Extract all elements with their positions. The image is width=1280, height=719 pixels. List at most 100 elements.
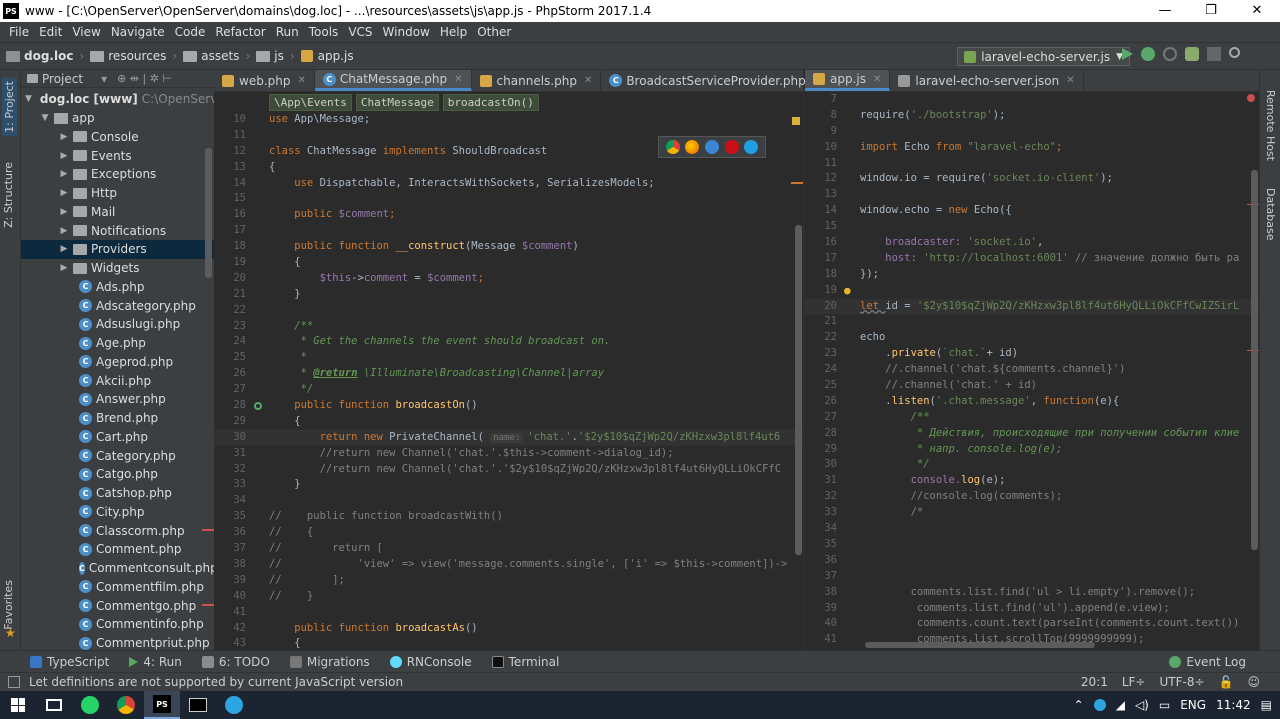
- tree-file[interactable]: C Comment.php: [21, 540, 214, 559]
- expand-right-icon[interactable]: ▶: [59, 132, 69, 142]
- breadcrumb-dog-loc[interactable]: dog.loc ›: [6, 49, 84, 63]
- tree-folder-notifications[interactable]: ▶ Notifications: [21, 221, 214, 240]
- console-icon[interactable]: [180, 691, 216, 719]
- expand-down-icon[interactable]: ▼: [25, 94, 32, 104]
- menu-navigate[interactable]: Navigate: [106, 25, 170, 39]
- menu-tools[interactable]: Tools: [304, 25, 344, 39]
- menu-refactor[interactable]: Refactor: [210, 25, 270, 39]
- tree-folder-widgets[interactable]: ▶ Widgets: [21, 259, 214, 278]
- tree-file[interactable]: C Category.php: [21, 446, 214, 465]
- crumb-namespace[interactable]: \App\Events: [269, 93, 352, 111]
- tree-file[interactable]: C Classcorm.php: [21, 521, 214, 540]
- breadcrumb-js[interactable]: js ›: [256, 49, 295, 63]
- tree-file[interactable]: C Akcii.php: [21, 371, 214, 390]
- tab-broadcastserviceprovider-php[interactable]: C BroadcastServiceProvider.php: [601, 70, 815, 91]
- caret-position[interactable]: 20:1: [1081, 675, 1108, 689]
- notifications-icon[interactable]: ▤: [1261, 698, 1272, 712]
- tab-web-php[interactable]: web.php ✕: [214, 70, 315, 91]
- tab-chatmessage-php[interactable]: C ChatMessage.php ✕: [314, 70, 472, 91]
- debug-icon[interactable]: [1141, 47, 1155, 61]
- tree-file[interactable]: C Commentinfo.php: [21, 615, 214, 634]
- migrations-tool-button[interactable]: Migrations: [289, 655, 370, 669]
- file-encoding[interactable]: UTF-8÷: [1159, 675, 1204, 689]
- tree-file[interactable]: C Age.php: [21, 334, 214, 353]
- project-panel-tools[interactable]: ⊕ ⇹ | ✲ ⊢: [117, 72, 172, 85]
- menu-file[interactable]: File: [4, 25, 34, 39]
- profile-icon[interactable]: [1185, 47, 1199, 61]
- tree-file[interactable]: C Catshop.php: [21, 484, 214, 503]
- lock-icon[interactable]: 🔓: [1219, 675, 1234, 689]
- lightbulb-icon[interactable]: ●: [844, 283, 851, 299]
- expand-right-icon[interactable]: ▶: [59, 244, 69, 254]
- expand-right-icon[interactable]: ▶: [59, 169, 69, 179]
- inspector-icon[interactable]: ☺: [1247, 675, 1260, 689]
- tree-file[interactable]: C Commentpriut.php: [21, 634, 214, 650]
- structure-tool-tab[interactable]: Z: Structure: [2, 162, 15, 228]
- tree-folder-app[interactable]: ▼ app: [21, 109, 214, 128]
- run-icon[interactable]: [1122, 48, 1133, 60]
- clock[interactable]: 11:42: [1216, 698, 1251, 712]
- run-configuration-select[interactable]: laravel-echo-server.js ▼: [957, 47, 1130, 66]
- keyboard-icon[interactable]: ▭: [1159, 698, 1170, 712]
- right-code-area[interactable]: 7 8 require('./bootstrap'); 9 10 import Ec…: [805, 92, 1259, 648]
- tree-file[interactable]: C Ageprod.php: [21, 353, 214, 372]
- close-tab-icon[interactable]: ✕: [1066, 75, 1074, 86]
- event-log-button[interactable]: Event Log: [1169, 655, 1246, 669]
- tree-root[interactable]: ▼dog.loc [www]C:\OpenServer: [21, 90, 214, 109]
- remote-host-tool-tab[interactable]: Remote Host: [1264, 90, 1277, 161]
- tree-folder-events[interactable]: ▶ Events: [21, 146, 214, 165]
- opera-icon[interactable]: [724, 140, 739, 154]
- crumb-method[interactable]: broadcastOn(): [442, 93, 539, 111]
- tab-channels-php[interactable]: channels.php ✕: [472, 70, 602, 91]
- telegram-icon[interactable]: [216, 691, 252, 719]
- line-separator[interactable]: LF÷: [1122, 675, 1146, 689]
- firefox-icon[interactable]: [685, 140, 700, 154]
- right-editor-scrollbar[interactable]: [1251, 170, 1258, 550]
- tree-file[interactable]: C Commentconsult.php: [21, 559, 214, 578]
- tree-folder-mail[interactable]: ▶ Mail: [21, 203, 214, 222]
- tab-laravel-echo-server-json[interactable]: laravel-echo-server.json ✕: [890, 70, 1084, 91]
- tree-file[interactable]: C Adscategory.php: [21, 296, 214, 315]
- breadcrumb-assets[interactable]: assets ›: [183, 49, 250, 63]
- coverage-icon[interactable]: [1163, 47, 1177, 61]
- todo-tool-button[interactable]: 6: TODO: [201, 655, 270, 669]
- menu-window[interactable]: Window: [378, 25, 435, 39]
- expand-right-icon[interactable]: ▶: [59, 226, 69, 236]
- right-editor-hscrollbar[interactable]: [865, 642, 1095, 648]
- language-indicator[interactable]: ENG: [1180, 698, 1206, 712]
- tree-file[interactable]: C Commentfilm.php: [21, 578, 214, 597]
- minimize-button[interactable]: —: [1142, 0, 1188, 22]
- expand-right-icon[interactable]: ▶: [59, 207, 69, 217]
- tab-app-js[interactable]: app.js ✕: [805, 70, 891, 91]
- task-view-icon[interactable]: [36, 691, 72, 719]
- network-icon[interactable]: ◢: [1116, 698, 1125, 712]
- tree-folder-exceptions[interactable]: ▶ Exceptions: [21, 165, 214, 184]
- tree-file[interactable]: C Catgo.php: [21, 465, 214, 484]
- chrome-icon[interactable]: [665, 140, 680, 154]
- chrome-icon[interactable]: [108, 691, 144, 719]
- tree-file[interactable]: C Commentgo.php: [21, 596, 214, 615]
- tree-folder-http[interactable]: ▶ Http: [21, 184, 214, 203]
- tool-windows-toggle-icon[interactable]: [8, 676, 20, 688]
- close-button[interactable]: ✕: [1234, 0, 1280, 22]
- whatsapp-icon[interactable]: [72, 691, 108, 719]
- implements-gutter-icon[interactable]: [254, 402, 262, 411]
- warning-indicator-icon[interactable]: [792, 117, 800, 125]
- search-icon[interactable]: [1229, 47, 1240, 58]
- typescript-tool-button[interactable]: TypeScript: [30, 655, 109, 669]
- menu-vcs[interactable]: VCS: [343, 25, 377, 39]
- terminal-tool-button[interactable]: Terminal: [491, 655, 559, 669]
- menu-code[interactable]: Code: [170, 25, 211, 39]
- tree-file[interactable]: C Cart.php: [21, 428, 214, 447]
- safari-icon[interactable]: [704, 140, 719, 154]
- tree-folder-console[interactable]: ▶ Console: [21, 128, 214, 147]
- ie-icon[interactable]: [744, 140, 759, 154]
- project-view-select[interactable]: Project: [42, 72, 83, 86]
- volume-icon[interactable]: ◁): [1135, 698, 1149, 712]
- expand-right-icon[interactable]: ▶: [59, 263, 69, 273]
- project-tool-tab[interactable]: 1: Project: [2, 78, 17, 136]
- expand-down-icon[interactable]: ▼: [40, 113, 50, 123]
- run-tool-button[interactable]: 4: Run: [129, 655, 182, 669]
- menu-view[interactable]: View: [67, 25, 105, 39]
- expand-right-icon[interactable]: ▶: [59, 151, 69, 161]
